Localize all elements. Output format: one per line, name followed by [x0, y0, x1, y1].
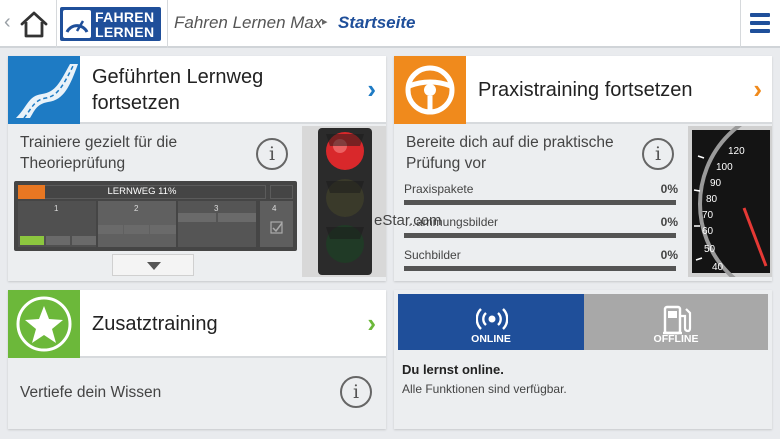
lernweg-card[interactable]: Geführten Lernweg fortsetzen › Trainiere… [8, 56, 386, 281]
svg-text:40: 40 [712, 262, 724, 273]
connection-status-description: Alle Funktionen sind verfügbar. [402, 382, 567, 396]
zusatz-chevron-right-icon[interactable]: › [367, 310, 376, 336]
svg-text:90: 90 [710, 178, 722, 189]
breadcrumb-separator-icon: ▸ [322, 16, 328, 28]
menu-icon [750, 13, 770, 17]
praxis-card[interactable]: Praxistraining fortsetzen › Bereite dich… [394, 56, 780, 303]
lernweg-column-number: 2 [134, 204, 139, 213]
watermark-text: eStar.com [374, 212, 442, 229]
svg-text:60: 60 [702, 226, 714, 237]
zusatz-card-header[interactable]: Zusatztraining › [8, 290, 386, 358]
praxis-row-progress [404, 266, 676, 271]
lernweg-card-header[interactable]: Geführten Lernweg fortsetzen › [8, 56, 386, 124]
lernweg-chevron-right-icon[interactable]: › [367, 76, 376, 102]
speedometer-icon: 120 100 90 80 70 60 50 40 [688, 105, 780, 303]
praxis-row-label[interactable]: Praxispakete [404, 182, 473, 196]
svg-text:120: 120 [728, 146, 745, 157]
svg-text:100: 100 [716, 162, 733, 173]
zusatz-description: Vertiefe dein Wissen [20, 384, 162, 401]
lernweg-description: Trainiere gezielt für die Theorieprüfung [20, 134, 178, 172]
offline-label: OFFLINE [653, 333, 699, 345]
divider [167, 0, 168, 48]
praxis-chevron-right-icon[interactable]: › [753, 76, 762, 102]
fahren-lernen-logo: FAHREN LERNEN [60, 7, 161, 41]
star-icon [8, 290, 80, 358]
back-chevron-icon[interactable]: ‹ [4, 12, 11, 32]
connection-status-title: Du lernst online. [402, 362, 504, 377]
lernweg-info-icon[interactable]: i [256, 138, 288, 170]
svg-text:70: 70 [702, 210, 714, 221]
fuel-pump-icon [663, 305, 692, 335]
praxis-row-progress [404, 233, 676, 238]
praxis-row-percent: 0% [660, 182, 678, 196]
top-bar: ‹ FAHREN LERNEN Fahren Lernen Max ▸ Star… [0, 0, 780, 48]
praxis-row-percent: 0% [660, 248, 678, 262]
praxis-info-icon[interactable]: i [642, 138, 674, 170]
breadcrumb-current-page: Startseite [338, 13, 416, 32]
home-button[interactable] [16, 6, 52, 42]
hamburger-menu-button[interactable] [741, 0, 780, 48]
divider [56, 0, 57, 48]
praxis-row-percent: 0% [660, 215, 678, 229]
home-icon [20, 11, 48, 38]
zusatz-card-title: Zusatztraining [92, 313, 218, 335]
traffic-light-icon [302, 126, 386, 277]
lernweg-card-title: Geführten Lernweg fortsetzen [92, 66, 264, 114]
chevron-down-icon [147, 262, 161, 270]
checkbox-icon [270, 221, 283, 234]
svg-text:80: 80 [706, 194, 718, 205]
online-label: ONLINE [471, 333, 511, 345]
lernweg-column-number: 4 [272, 204, 277, 213]
logo-text-line2: LERNEN [95, 24, 155, 40]
svg-text:50: 50 [704, 244, 716, 255]
mode-panel: ONLINE OFFLINE Du lernst online. Alle Fu… [394, 290, 772, 429]
logo-text-line1: FAHREN [95, 9, 155, 25]
zusatz-card-body: Vertiefe dein Wissen i [8, 358, 386, 429]
praxis-description: Bereite dich auf die praktische Prüfung … [406, 134, 614, 172]
lernweg-column-number: 3 [214, 204, 219, 213]
offline-button[interactable]: OFFLINE [584, 294, 768, 350]
praxis-row-label[interactable]: Suchbilder [404, 248, 461, 262]
praxis-card-title: Praxistraining fortsetzen [478, 79, 693, 101]
expand-button[interactable] [112, 254, 194, 276]
lernweg-column-number: 1 [54, 204, 59, 213]
praxis-card-header[interactable]: Praxistraining fortsetzen › [394, 56, 772, 124]
praxis-row-progress [404, 200, 676, 205]
steering-wheel-icon [394, 56, 466, 124]
lernweg-completed-segment [20, 236, 44, 245]
lernweg-progress-label: LERNWEG 11% [107, 186, 177, 197]
online-button[interactable]: ONLINE [398, 294, 584, 350]
lernweg-progress-widget[interactable]: LERNWEG 11% 1 2 3 4 [14, 181, 297, 251]
wifi-broadcast-icon [476, 308, 508, 330]
zusatz-info-icon[interactable]: i [340, 376, 372, 408]
zusatz-card[interactable]: Zusatztraining › Vertiefe dein Wissen i [8, 290, 386, 429]
road-icon [8, 56, 80, 124]
logo-gauge-icon [63, 10, 91, 38]
breadcrumb-user[interactable]: Fahren Lernen Max [174, 13, 322, 33]
